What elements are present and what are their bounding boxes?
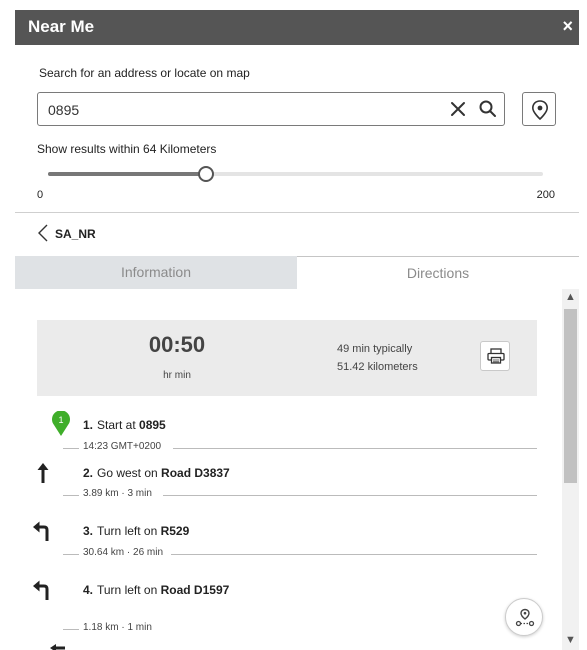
meta-line	[63, 448, 79, 449]
tab-information[interactable]: Information	[15, 256, 297, 289]
close-button[interactable]: ×	[562, 16, 573, 36]
start-pin-icon: 1	[52, 411, 70, 436]
step-text: Go west on Road D3837	[97, 466, 230, 480]
step-number: 1.	[83, 418, 94, 432]
search-box	[37, 92, 505, 126]
step-text: Turn left on R529	[97, 524, 189, 538]
step-number: 2.	[83, 466, 94, 480]
scrollbar[interactable]: ▲ ▼	[562, 289, 579, 650]
route-icon	[515, 608, 535, 627]
clear-icon[interactable]	[448, 99, 468, 119]
directions-list: 00:50 hr min 49 min typically 51.42 kilo…	[15, 289, 579, 650]
step-road: Road D1597	[160, 583, 230, 597]
radius-label: Show results within 64 Kilometers	[37, 142, 217, 156]
step-distance: 1.18 km · 1 min	[83, 622, 152, 633]
slider-max-label: 200	[536, 189, 555, 201]
search-input[interactable]	[48, 100, 428, 120]
step-instruction: Go west on	[97, 466, 162, 480]
meta-line	[63, 554, 79, 555]
location-pin-icon	[531, 100, 549, 120]
panel-title: Near Me	[28, 17, 95, 36]
locate-button[interactable]	[522, 92, 556, 126]
slider-fill	[48, 172, 207, 176]
step-distance: 30.64 km · 26 min	[83, 547, 164, 558]
step-road: 0895	[139, 418, 166, 432]
turn-left-icon	[33, 580, 49, 600]
route-distance: 51.42 kilometers	[337, 361, 418, 373]
search-icon[interactable]	[478, 99, 498, 119]
step-number: 3.	[83, 524, 94, 538]
step-road: Road D3837	[161, 466, 230, 480]
step-number: 4.	[83, 583, 94, 597]
printer-icon	[487, 348, 505, 364]
travel-time: 00:50	[148, 332, 206, 357]
step-time: 14:23 GMT+0200	[83, 441, 162, 452]
slider-min-label: 0	[37, 189, 44, 201]
start-pin-number: 1	[58, 415, 63, 425]
time-units: hr min	[163, 370, 191, 381]
direction-step-3[interactable]: 3. Turn left on R529	[15, 519, 555, 543]
tab-bar: Information Directions	[15, 256, 579, 289]
radius-slider[interactable]	[48, 166, 543, 182]
scroll-down-icon[interactable]: ▼	[565, 634, 576, 646]
step-text: Turn left on Road D1597	[97, 583, 229, 597]
tab-directions[interactable]: Directions	[297, 256, 579, 289]
step-meta: 3.89 km · 3 min	[63, 488, 537, 502]
turn-left-icon	[50, 644, 65, 650]
scroll-up-icon[interactable]: ▲	[565, 291, 576, 303]
typical-time: 49 min typically	[337, 343, 413, 355]
step-road: R529	[160, 524, 190, 538]
step-instruction: Turn left on	[97, 583, 161, 597]
meta-line	[63, 495, 79, 496]
slider-thumb[interactable]	[198, 166, 215, 182]
step-meta: 30.64 km · 26 min	[63, 547, 537, 561]
turn-left-icon	[33, 521, 49, 541]
chevron-left-icon	[38, 224, 48, 242]
divider	[15, 212, 579, 213]
route-summary: 00:50 hr min 49 min typically 51.42 kilo…	[37, 320, 537, 396]
route-options-button[interactable]	[505, 598, 543, 636]
arrow-straight-icon	[37, 463, 49, 483]
meta-line	[63, 629, 79, 630]
step-distance: 3.89 km · 3 min	[83, 488, 152, 499]
direction-step-4[interactable]: 4. Turn left on Road D1597	[15, 578, 555, 602]
meta-line	[171, 554, 537, 555]
meta-line	[163, 495, 537, 496]
print-button[interactable]	[480, 341, 510, 371]
near-me-panel: Near Me × Search for an address or locat…	[15, 10, 579, 650]
step-text: Start at 0895	[97, 418, 166, 432]
meta-line	[173, 448, 537, 449]
step-instruction: Start at	[97, 418, 140, 432]
direction-step-1[interactable]: 1 1. Start at 0895	[15, 411, 555, 437]
step-meta: 14:23 GMT+0200	[63, 441, 537, 455]
step-meta: 1.18 km · 1 min	[63, 622, 537, 636]
search-label: Search for an address or locate on map	[39, 66, 250, 80]
panel-header: Near Me ×	[15, 10, 579, 45]
scrollbar-thumb[interactable]	[564, 309, 577, 483]
back-label: SA_NR	[55, 227, 96, 241]
step-instruction: Turn left on	[97, 524, 161, 538]
direction-step-2[interactable]: 2. Go west on Road D3837	[15, 461, 555, 485]
